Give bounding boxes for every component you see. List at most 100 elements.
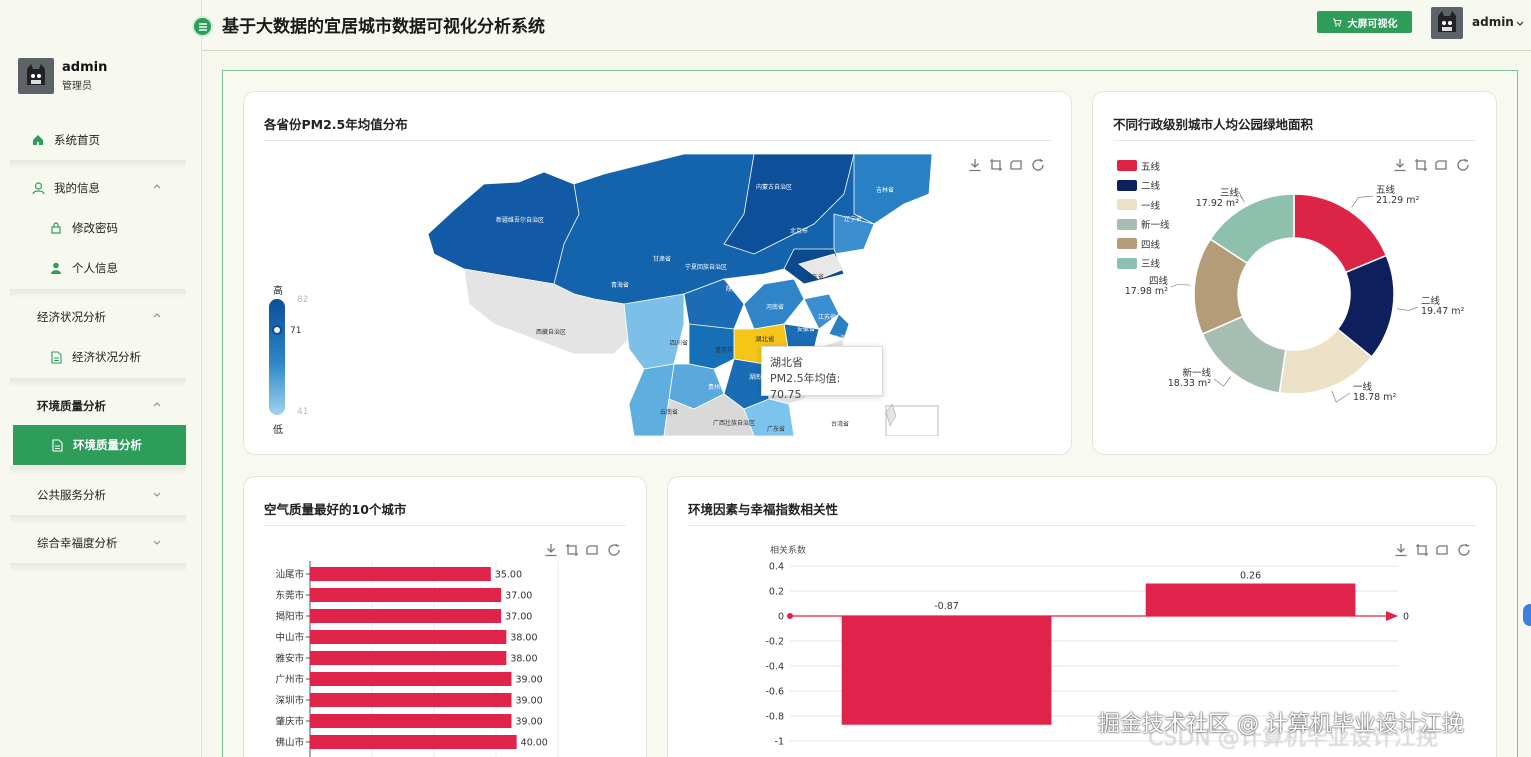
card-title: 各省份PM2.5年均值分布 xyxy=(264,117,408,132)
bar-value-label: 39.00 xyxy=(516,675,543,686)
header-avatar[interactable] xyxy=(1431,7,1463,39)
donut-chart[interactable]: 五线21.29 m²二线19.47 m²一线18.78 m²新一线18.33 m… xyxy=(1093,92,1497,455)
map-label-gansu: 甘肃省 xyxy=(653,256,672,263)
map-label-guangxi: 广西壮族自治区 xyxy=(713,420,756,427)
map-label-guizhou: 贵州省 xyxy=(708,384,727,391)
zoom-reset-icon[interactable] xyxy=(1010,158,1024,172)
cat-avatar-icon xyxy=(27,64,45,85)
map-label-shaanxi: 陕西省 xyxy=(726,286,745,293)
y-tick-label: 0.2 xyxy=(769,587,784,598)
sidebar-item-personal-info[interactable]: 个人信息 xyxy=(12,248,186,288)
sidebar-user-name: admin xyxy=(62,60,108,75)
map-label-anhui: 安徽省 xyxy=(797,326,816,333)
sidebar-item-label: 环境质量分析 xyxy=(73,438,142,452)
map-label-guangdong: 广东省 xyxy=(767,426,786,433)
donut-label-value: 21.29 m² xyxy=(1376,195,1419,206)
chevron-up-icon xyxy=(153,184,161,189)
sidebar-item-change-password[interactable]: 修改密码 xyxy=(12,208,186,248)
collapse-sidebar-button[interactable] xyxy=(192,16,213,37)
y-tick-label: 0.4 xyxy=(769,562,784,573)
document-icon xyxy=(49,437,65,453)
sidebar-user-role: 管理员 xyxy=(62,81,92,92)
bar xyxy=(310,588,502,602)
y-tick-label: -0.2 xyxy=(765,637,784,648)
user-icon xyxy=(30,180,46,196)
y-tick-label: -0.4 xyxy=(765,662,784,673)
markline-label: 0 xyxy=(1403,612,1409,623)
sidebar-item-label: 环境质量分析 xyxy=(37,399,106,413)
donut-leader-line xyxy=(1170,283,1191,288)
visualmap-handle[interactable] xyxy=(272,325,282,335)
bar-value-label: 40.00 xyxy=(521,738,548,749)
donut-label-value: 17.98 m² xyxy=(1125,286,1168,297)
download-icon[interactable] xyxy=(968,158,982,172)
chevron-up-icon xyxy=(153,402,161,407)
bigscreen-label: 大屏可视化 xyxy=(1347,18,1398,30)
donut-leader-line xyxy=(1213,376,1232,387)
bar xyxy=(1145,583,1356,616)
park-area-donut-card: 不同行政级别城市人均公园绿地面积 五线 二线 一线 新一线 四线 三线 五线 21.29 m… xyxy=(1092,91,1497,455)
markline-arrow xyxy=(1386,611,1398,621)
chevron-down-icon xyxy=(153,492,161,497)
tooltip-province: 湖北省 xyxy=(770,356,803,369)
home-icon xyxy=(30,132,46,148)
sidebar-item-label: 系统首页 xyxy=(54,133,100,147)
map-label-chongqing: 重庆市 xyxy=(715,347,734,354)
y-tick-label: -0.6 xyxy=(765,687,784,698)
person-icon xyxy=(48,260,64,276)
map-label-ningxia: 宁夏回族自治区 xyxy=(685,264,728,271)
bar-value-label: 37.00 xyxy=(505,591,532,602)
scroll-tab[interactable] xyxy=(1523,604,1531,626)
map-toolbox xyxy=(968,158,1045,172)
avatar xyxy=(18,58,54,94)
map-label-henan: 河南省 xyxy=(766,304,785,311)
chevron-down-icon[interactable] xyxy=(1515,18,1525,28)
bar-value-label: 38.00 xyxy=(510,654,537,665)
visualmap-bar[interactable] xyxy=(269,299,285,415)
top10-bar-chart[interactable]: 汕尾市 35.00 东莞市 37.00 揭阳市 37.00 中山市 38.00 雅安市 38.00… xyxy=(244,477,647,757)
map-label-shanghai: 上海市 xyxy=(834,335,853,342)
bar-value-label: 39.00 xyxy=(516,717,543,728)
y-tick-label: 汕尾市 xyxy=(275,569,304,581)
sidebar-item-environment-analysis[interactable]: 环境质量分析 xyxy=(13,425,186,465)
donut-label-value: 18.33 m² xyxy=(1168,378,1211,389)
bar xyxy=(310,651,507,665)
chevron-up-icon xyxy=(153,313,161,318)
bigscreen-button[interactable]: 大屏可视化 xyxy=(1317,11,1412,33)
header-user-name[interactable]: admin xyxy=(1472,15,1514,29)
sidebar-item-my-info[interactable]: 我的信息 xyxy=(12,168,186,208)
map-label-yunnan: 云南省 xyxy=(660,409,679,416)
refresh-icon[interactable] xyxy=(1031,158,1045,172)
sidebar-group-happiness[interactable]: 综合幸福度分析 xyxy=(12,523,186,563)
sidebar-item-label: 综合幸福度分析 xyxy=(37,536,118,550)
y-tick-label: 广州市 xyxy=(275,674,304,686)
sidebar-item-home[interactable]: 系统首页 xyxy=(12,120,186,160)
bar xyxy=(310,567,491,581)
donut-leader-line xyxy=(1351,195,1374,208)
sidebar-item-label: 我的信息 xyxy=(54,181,100,195)
cat-avatar-icon xyxy=(1438,11,1456,32)
donut-label-value: 19.47 m² xyxy=(1421,306,1464,317)
bar xyxy=(841,616,1052,725)
map-label-taiwan: 台湾省 xyxy=(831,421,850,428)
y-tick-label: 肇庆市 xyxy=(275,716,304,728)
y-tick-label: 深圳市 xyxy=(275,695,304,707)
map-label-liaoning: 辽宁省 xyxy=(844,216,863,223)
sidebar-group-economy[interactable]: 经济状况分析 xyxy=(12,297,186,337)
map-label-neimenggu: 内蒙古自治区 xyxy=(756,184,793,191)
sidebar-item-economy-analysis[interactable]: 经济状况分析 xyxy=(12,337,186,377)
chevron-down-icon xyxy=(153,540,161,545)
y-tick-label: -0.8 xyxy=(765,712,784,723)
map-label-beijing: 北京市 xyxy=(790,228,809,235)
y-tick-label: -1 xyxy=(775,737,784,748)
bar xyxy=(310,672,512,686)
bar-value-label: 39.00 xyxy=(516,696,543,707)
visualmap-handle-value: 71 xyxy=(290,326,302,336)
zoom-select-icon[interactable] xyxy=(989,158,1003,172)
y-tick-label: 0 xyxy=(778,612,784,623)
bar-value-label: -0.87 xyxy=(934,601,959,612)
sidebar-group-public-service[interactable]: 公共服务分析 xyxy=(12,475,186,515)
sidebar-item-label: 个人信息 xyxy=(72,261,118,275)
y-tick-label: 揭阳市 xyxy=(275,611,304,623)
sidebar-group-environment[interactable]: 环境质量分析 xyxy=(12,386,186,426)
